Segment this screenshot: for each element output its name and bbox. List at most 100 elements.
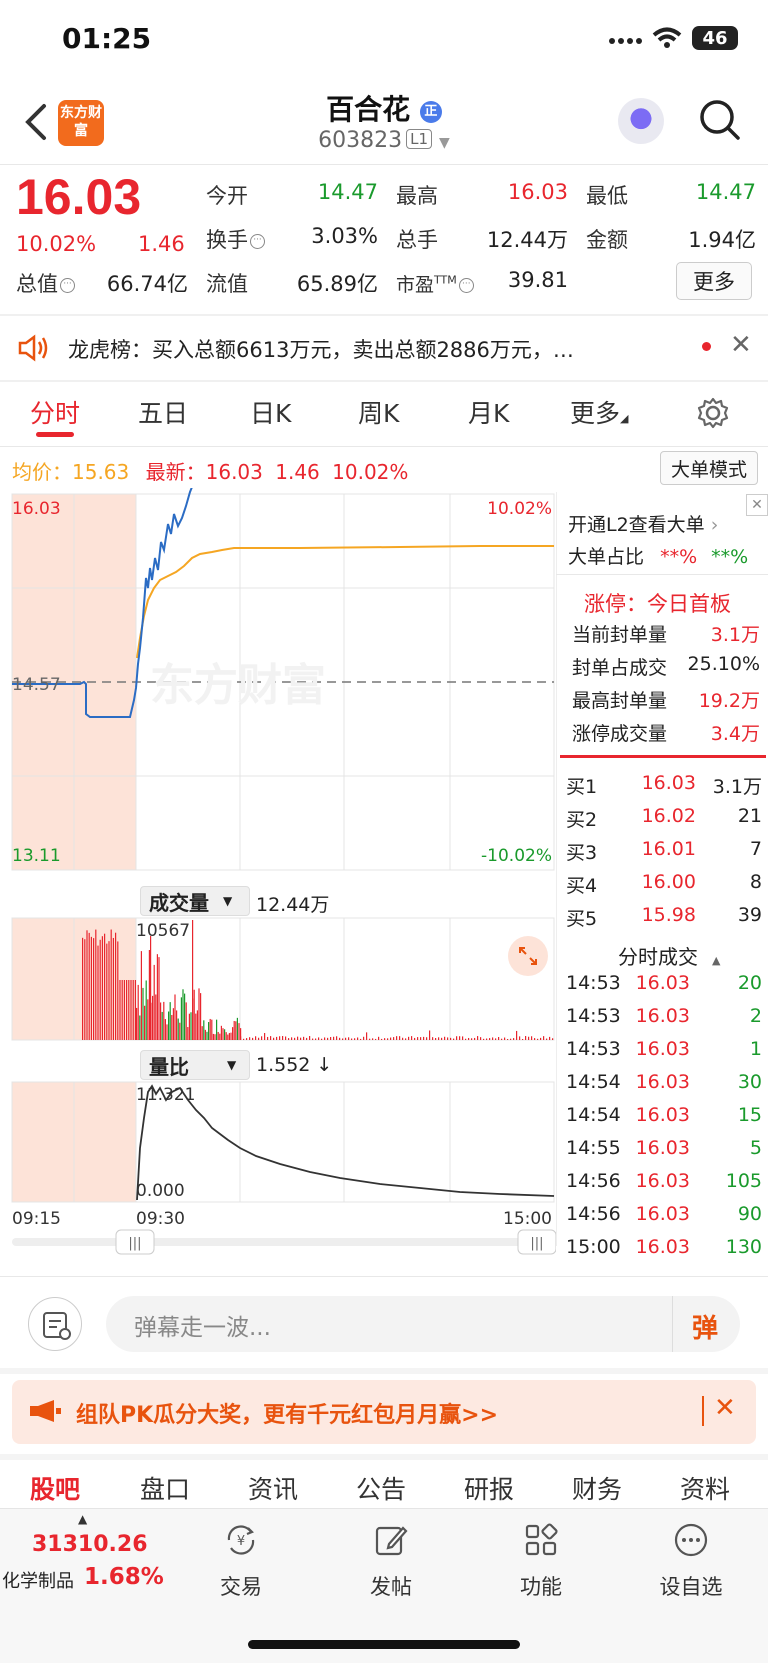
trades-title[interactable]: 分时成交 ▲	[618, 941, 720, 970]
add-watchlist-button[interactable]: 设自选	[646, 1520, 736, 1601]
tab-news[interactable]: 资讯	[248, 1470, 298, 1506]
pe-label[interactable]: 市盈TTM ···	[396, 270, 474, 297]
volume-bar	[297, 1036, 299, 1040]
volume-bar	[119, 980, 121, 1040]
send-danmaku-button[interactable]: 弹	[692, 1308, 718, 1345]
turnover-label[interactable]: 换手 ···	[206, 224, 265, 254]
volume-bar	[230, 1032, 232, 1040]
tab-profile[interactable]: 资料	[680, 1470, 730, 1506]
search-icon[interactable]	[698, 98, 742, 142]
l2-upgrade-link[interactable]: 开通L2查看大单 ›	[568, 510, 718, 537]
trade-button[interactable]: ¥ 交易	[196, 1520, 286, 1601]
bigorder-mode-button[interactable]: 大单模式	[660, 451, 758, 485]
volume-bar	[224, 1029, 226, 1040]
close-icon[interactable]: ✕	[730, 330, 752, 360]
pe-superscript: TTM	[434, 273, 457, 287]
volume-bar	[185, 1002, 187, 1040]
range-track	[12, 1238, 554, 1246]
close-icon[interactable]: ✕	[714, 1393, 736, 1423]
stock-name-text: 百合花	[326, 93, 411, 126]
trade-time: 15:00	[566, 1236, 621, 1258]
tab-handicap[interactable]: 盘口	[140, 1470, 190, 1506]
trade-time: 14:55	[566, 1137, 621, 1159]
ratio-indicator-select[interactable]: 量比 ▼	[140, 1050, 250, 1080]
volume-bar	[477, 1036, 479, 1040]
volume-bar	[315, 1038, 317, 1040]
ratio-value: 1.552 ↓	[256, 1054, 333, 1076]
tab-five-day[interactable]: 五日	[138, 394, 188, 430]
close-icon[interactable]: ✕	[746, 494, 768, 516]
volume-bar	[339, 1037, 341, 1040]
functions-button[interactable]: 功能	[496, 1520, 586, 1601]
high-label: 最高	[396, 184, 438, 208]
trade-row: 14:53 16.03 20	[566, 972, 762, 994]
gear-icon[interactable]	[696, 396, 730, 430]
volume-bar	[130, 980, 132, 1040]
volume-bar	[222, 1028, 224, 1040]
volume-bar	[161, 1011, 163, 1040]
price-axis-mid: 14.57	[12, 675, 61, 695]
tab-monthly-k[interactable]: 月K	[468, 394, 509, 430]
open-value: 14.47	[317, 180, 378, 204]
sector-index-value[interactable]: 31310.26	[32, 1532, 148, 1557]
tab-financials[interactable]: 财务	[572, 1470, 622, 1506]
volume-bar	[177, 1018, 179, 1040]
volume-bar	[255, 1036, 257, 1040]
volume-bar	[179, 1022, 181, 1040]
comment-list-icon[interactable]	[28, 1297, 82, 1351]
volume-bar	[206, 1031, 208, 1040]
tab-daily-k[interactable]: 日K	[250, 394, 291, 430]
total-mv-label[interactable]: 总值 ···	[16, 268, 75, 298]
tab-weekly-k[interactable]: 周K	[358, 394, 399, 430]
tab-forum[interactable]: 股吧	[30, 1470, 80, 1506]
volume-ratio-line	[136, 1084, 555, 1201]
volume-bar	[537, 1038, 539, 1040]
intraday-chart[interactable]: 东方财富 16.03 14.57 13.11 10.02% -10.02% 10…	[0, 488, 556, 1258]
time-label-start: 09:15	[12, 1209, 61, 1229]
volume-bar	[246, 1038, 248, 1040]
tab-research[interactable]: 研报	[464, 1470, 514, 1506]
tab-intraday[interactable]: 分时	[30, 394, 80, 430]
trade-time: 14:54	[566, 1071, 621, 1093]
volume-bar	[188, 1013, 190, 1040]
post-button[interactable]: 发帖	[346, 1520, 436, 1601]
trade-time: 14:53	[566, 1038, 621, 1060]
trade-price: 16.03	[635, 1005, 690, 1027]
volume-bar	[232, 1027, 234, 1040]
limit-row-label: 封单占成交	[572, 657, 668, 679]
news-ticker[interactable]: 龙虎榜：买入总额6613万元，卖出总额2886万元，…	[0, 316, 768, 380]
latest-change: 1.46	[275, 460, 320, 484]
volume-bar	[252, 1037, 254, 1040]
volume-bar	[190, 1012, 192, 1040]
volume-indicator-select[interactable]: 成交量 ▼	[140, 886, 250, 916]
price-info-line: 均价：15.63 最新：16.03 1.46 10.02%	[12, 456, 408, 485]
trade-volume: 15	[737, 1104, 762, 1126]
volume-bar	[156, 954, 158, 1040]
low-value: 14.47	[695, 180, 756, 204]
volume-bar	[233, 1020, 235, 1040]
volume-bar	[312, 1038, 314, 1040]
pct-axis-bottom: -10.02%	[481, 846, 552, 866]
trade-price: 16.03	[635, 1170, 690, 1192]
trade-row: 14:53 16.03 2	[566, 1005, 762, 1027]
tab-announcements[interactable]: 公告	[356, 1470, 406, 1506]
volume-bar	[155, 994, 157, 1040]
volume-bar	[540, 1037, 542, 1040]
volume-label: 总手	[396, 228, 438, 252]
more-button[interactable]: 更多	[676, 262, 752, 300]
trade-price: 16.03	[635, 1203, 690, 1225]
limit-row-value: 19.2万	[698, 690, 760, 712]
time-label-open: 09:30	[136, 1209, 185, 1229]
expand-icon[interactable]	[508, 936, 548, 976]
volume-total: 12.44万	[256, 894, 330, 916]
volume-bar	[357, 1037, 359, 1040]
volume-bar	[483, 1038, 485, 1040]
volume-bar	[441, 1037, 443, 1040]
assistant-robot-icon[interactable]	[618, 98, 664, 144]
volume-bar	[360, 1038, 362, 1040]
tab-more[interactable]: 更多◢	[570, 394, 628, 430]
active-tab-indicator	[36, 432, 74, 437]
volume-bar	[219, 1033, 221, 1040]
sector-name: 化学制品	[2, 1571, 74, 1592]
volume-bar	[164, 1019, 166, 1040]
